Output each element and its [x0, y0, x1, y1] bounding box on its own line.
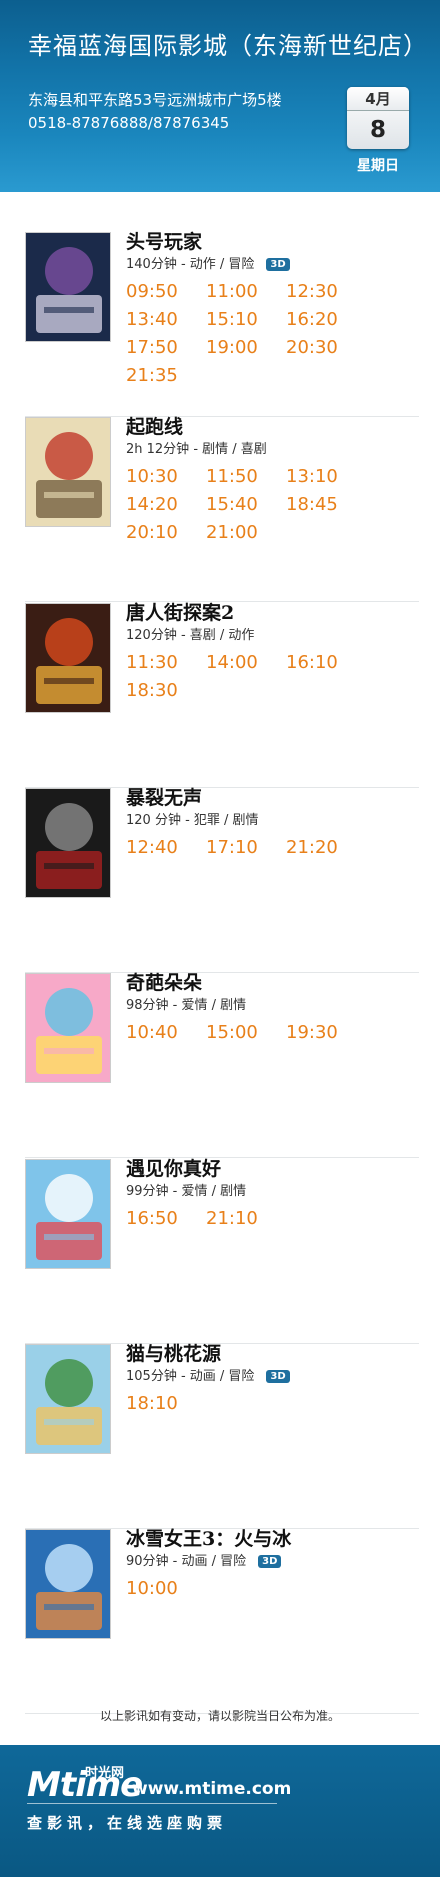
showtime[interactable]: 15:40 [206, 494, 286, 522]
movie-title[interactable]: 头号玩家 [126, 227, 202, 254]
showtime[interactable]: 15:00 [206, 1022, 286, 1050]
slogan: 查影讯，在线选座购票 [27, 1814, 228, 1832]
movie-meta: 98分钟 - 爱情 / 剧情 [126, 994, 246, 1013]
movie-title[interactable]: 冰雪女王3：火与冰 [126, 1524, 291, 1551]
movie-item[interactable]: 冰雪女王3：火与冰 90分钟 - 动画 / 冒险 3D 10:00 [25, 1528, 419, 1714]
movie-meta-text: 99分钟 - 爱情 / 剧情 [126, 1184, 247, 1199]
showtime[interactable]: 10:30 [126, 466, 206, 494]
movie-item[interactable]: 猫与桃花源 105分钟 - 动画 / 冒险 3D 18:10 [25, 1343, 419, 1529]
movie-meta-text: 120分钟 - 喜剧 / 动作 [126, 628, 255, 643]
movie-meta: 99分钟 - 爱情 / 剧情 [126, 1180, 246, 1199]
showtime[interactable]: 21:20 [286, 837, 366, 865]
calendar-icon: 4月 8 [347, 87, 409, 149]
movie-poster[interactable] [25, 603, 111, 713]
movie-poster[interactable] [25, 788, 111, 898]
showtime[interactable]: 11:00 [206, 281, 286, 309]
showtime[interactable]: 19:00 [206, 337, 286, 365]
movie-poster[interactable] [25, 417, 111, 527]
movie-item[interactable]: 头号玩家 140分钟 - 动作 / 冒险 3D 09:50 11:00 12:3013:4… [25, 231, 419, 417]
movie-title[interactable]: 唐人街探案2 [126, 598, 234, 625]
movie-item[interactable]: 奇葩朵朵 98分钟 - 爱情 / 剧情 10:40 15:00 19:30 [25, 972, 419, 1158]
divider [27, 1803, 277, 1804]
movie-item[interactable]: 暴裂无声 120 分钟 - 犯罪 / 剧情 12:40 17:10 21:20 [25, 787, 419, 973]
movie-poster[interactable] [25, 973, 111, 1083]
movie-meta: 105分钟 - 动画 / 冒险 3D [126, 1365, 290, 1384]
header: 幸福蓝海国际影城（东海新世纪店） 东海县和平东路53号远洲城市广场5楼 0518… [0, 0, 440, 199]
showtime[interactable]: 18:45 [286, 494, 366, 522]
movie-poster[interactable] [25, 1344, 111, 1454]
showtime[interactable]: 11:50 [206, 466, 286, 494]
cinema-phone[interactable]: 0518-87876888/87876345 [28, 114, 229, 132]
movie-meta-text: 105分钟 - 动画 / 冒险 [126, 1369, 255, 1384]
showtime[interactable]: 10:40 [126, 1022, 206, 1050]
movie-meta-text: 140分钟 - 动作 / 冒险 [126, 257, 255, 272]
showtime-list: 09:50 11:00 12:30 13:40 15:10 16:20 17:50 19:00… [126, 281, 426, 393]
showtime-list: 16:50 21:10 [126, 1208, 426, 1236]
showtime-list: 10:30 11:50 13:10 14:20 15:40 18:45 20:10 21:00 [126, 466, 426, 550]
movie-meta: 120分钟 - 喜剧 / 动作 [126, 624, 254, 643]
cinema-address: 东海县和平东路53号远洲城市广场5楼 [28, 91, 282, 109]
showtime[interactable]: 19:30 [286, 1022, 366, 1050]
movie-meta-text: 2h 12分钟 - 剧情 / 喜剧 [126, 442, 267, 457]
notice: 以上影讯如有变动，请以影院当日公布为准。 [99, 1709, 340, 1723]
showtime[interactable]: 18:30 [126, 680, 206, 708]
showtime[interactable]: 09:50 [126, 281, 206, 309]
movie-meta-text: 90分钟 - 动画 / 冒险 [126, 1554, 247, 1569]
showtime[interactable]: 17:10 [206, 837, 286, 865]
calendar-weekday: 星期日 [357, 158, 399, 174]
site-url[interactable]: www.mtime.com [132, 1779, 291, 1799]
showtime[interactable]: 13:10 [286, 466, 366, 494]
movie-title[interactable]: 遇见你真好 [126, 1154, 221, 1181]
showtime-list: 18:10 [126, 1393, 426, 1421]
footer: Mtime 时光网 www.mtime.com 查影讯，在线选座购票 [0, 1738, 440, 1877]
showtime[interactable]: 13:40 [126, 309, 206, 337]
showtime[interactable]: 14:00 [206, 652, 286, 680]
showtime[interactable]: 16:20 [286, 309, 366, 337]
showtime[interactable]: 10:00 [126, 1578, 206, 1606]
showtime[interactable]: 17:50 [126, 337, 206, 365]
badge-3d-icon: 3D [266, 258, 290, 271]
showtime[interactable]: 20:30 [286, 337, 366, 365]
movie-meta: 140分钟 - 动作 / 冒险 3D [126, 253, 290, 272]
showtime-list: 10:00 [126, 1578, 426, 1606]
movie-item[interactable]: 起跑线 2h 12分钟 - 剧情 / 喜剧 10:30 11:50 13:1014:20… [25, 416, 419, 602]
movie-title[interactable]: 猫与桃花源 [126, 1339, 221, 1366]
showtime[interactable]: 16:50 [126, 1208, 206, 1236]
showtime-list: 12:40 17:10 21:20 [126, 837, 426, 865]
movie-item[interactable]: 遇见你真好 99分钟 - 爱情 / 剧情 16:50 21:10 [25, 1158, 419, 1344]
showtime[interactable]: 12:40 [126, 837, 206, 865]
movie-poster[interactable] [25, 232, 111, 342]
movie-poster[interactable] [25, 1529, 111, 1639]
movie-title[interactable]: 奇葩朵朵 [126, 968, 202, 995]
showtime[interactable]: 15:10 [206, 309, 286, 337]
badge-3d-icon: 3D [266, 1370, 290, 1383]
calendar-month: 4月 [347, 87, 409, 111]
movie-meta: 90分钟 - 动画 / 冒险 3D [126, 1550, 282, 1569]
showtime[interactable]: 20:10 [126, 522, 206, 550]
showtime[interactable]: 14:20 [126, 494, 206, 522]
badge-3d-icon: 3D [258, 1555, 282, 1568]
movie-meta: 120 分钟 - 犯罪 / 剧情 [126, 809, 259, 828]
showtime[interactable]: 21:35 [126, 365, 206, 393]
showtime-list: 10:40 15:00 19:30 [126, 1022, 426, 1050]
movie-meta-text: 98分钟 - 爱情 / 剧情 [126, 998, 247, 1013]
movie-meta: 2h 12分钟 - 剧情 / 喜剧 [126, 438, 267, 457]
showtime[interactable]: 21:00 [206, 522, 286, 550]
calendar-day: 8 [369, 117, 386, 143]
showtime[interactable]: 12:30 [286, 281, 366, 309]
movie-title[interactable]: 暴裂无声 [126, 783, 202, 810]
showtime[interactable]: 11:30 [126, 652, 206, 680]
showtime-list: 11:30 14:00 16:10 18:30 [126, 652, 426, 708]
movie-item[interactable]: 唐人街探案2 120分钟 - 喜剧 / 动作 11:30 14:00 16:1018:3… [25, 602, 419, 788]
movie-poster[interactable] [25, 1159, 111, 1269]
mtime-logo-cn: 时光网 [85, 1766, 125, 1781]
showtime[interactable]: 16:10 [286, 652, 366, 680]
showtime[interactable]: 18:10 [126, 1393, 206, 1421]
movie-title[interactable]: 起跑线 [126, 412, 183, 439]
cinema-name: 幸福蓝海国际影城（东海新世纪店） [28, 32, 428, 60]
movie-meta-text: 120 分钟 - 犯罪 / 剧情 [126, 813, 259, 828]
showtime[interactable]: 21:10 [206, 1208, 286, 1236]
